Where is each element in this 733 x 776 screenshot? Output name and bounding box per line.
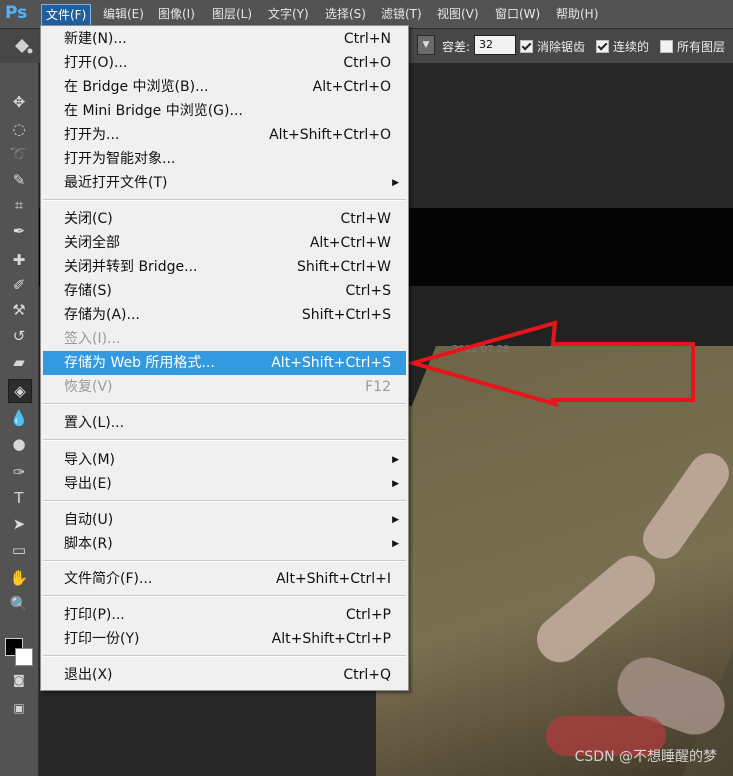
red-arrow-annotation <box>405 320 695 408</box>
dodge-tool-icon[interactable]: ● <box>8 433 30 455</box>
menu-item-automate[interactable]: 自动(U) ▶ <box>43 508 406 532</box>
menu-item-export[interactable]: 导出(E) ▶ <box>43 472 406 496</box>
menu-item-print[interactable]: 打印(P)... Ctrl+P <box>43 603 406 627</box>
menu-item-check-in: 签入(I)... <box>64 331 121 347</box>
menu-view[interactable]: 视图(V) <box>433 4 483 24</box>
move-tool-icon[interactable]: ✥ <box>8 91 30 113</box>
photoshop-logo: Ps <box>5 3 28 23</box>
menu-edit[interactable]: 编辑(E) <box>99 4 148 24</box>
menu-item-new[interactable]: 新建(N)... Ctrl+N <box>43 27 406 51</box>
submenu-arrow-icon: ▶ <box>392 479 399 489</box>
quick-mask-icon[interactable]: ◙ <box>8 669 30 691</box>
contiguous-checkbox[interactable] <box>596 40 609 53</box>
menu-file[interactable]: 文件(F) <box>41 4 92 26</box>
menu-window[interactable]: 窗口(W) <box>491 4 544 24</box>
hand-tool-icon[interactable]: ✋ <box>8 567 30 589</box>
menu-item-browse-bridge[interactable]: 在 Bridge 中浏览(B)... Alt+Ctrl+O <box>43 75 406 99</box>
submenu-arrow-icon: ▶ <box>392 455 399 465</box>
menu-item-recent-files[interactable]: 最近打开文件(T) ▶ <box>43 171 406 195</box>
rectangle-tool-icon[interactable]: ▭ <box>8 539 30 561</box>
menu-separator <box>43 199 406 201</box>
tolerance-input[interactable]: 32 <box>474 35 516 55</box>
menu-select[interactable]: 选择(S) <box>321 4 370 24</box>
submenu-arrow-icon: ▶ <box>392 539 399 549</box>
menu-item-file-info[interactable]: 文件简介(F)... Alt+Shift+Ctrl+I <box>43 567 406 591</box>
menu-layer[interactable]: 图层(L) <box>208 4 256 24</box>
menu-item-save-for-web[interactable]: 存储为 Web 所用格式... Alt+Shift+Ctrl+S <box>43 351 406 375</box>
menu-separator <box>43 655 406 657</box>
menu-separator <box>43 439 406 441</box>
marquee-tool-icon[interactable]: ◌ <box>8 118 30 140</box>
menu-filter[interactable]: 滤镜(T) <box>377 4 426 24</box>
menu-item-place[interactable]: 置入(L)... <box>43 411 406 435</box>
menu-item-save-as[interactable]: 存储为(A)... Shift+Ctrl+S <box>43 303 406 327</box>
paint-bucket-tool-icon[interactable]: ◈ <box>8 379 32 403</box>
antialias-option[interactable]: 消除锯齿 <box>520 38 585 55</box>
menu-item-import[interactable]: 导入(M) ▶ <box>43 448 406 472</box>
menu-item-close-go-bridge[interactable]: 关闭并转到 Bridge... Shift+Ctrl+W <box>43 255 406 279</box>
path-select-tool-icon[interactable]: ➤ <box>8 513 30 535</box>
menu-item-close[interactable]: 关闭(C) Ctrl+W <box>43 207 406 231</box>
menu-separator <box>43 560 406 562</box>
mode-dropdown[interactable]: ▼ <box>417 35 435 55</box>
lasso-tool-icon[interactable]: ➰ <box>8 143 30 165</box>
menu-separator <box>43 403 406 405</box>
menu-help[interactable]: 帮助(H) <box>552 4 602 24</box>
menu-item-scripts[interactable]: 脚本(R) ▶ <box>43 532 406 556</box>
history-brush-tool-icon[interactable]: ↺ <box>8 325 30 347</box>
menu-item-save[interactable]: 存储(S) Ctrl+S <box>43 279 406 303</box>
tolerance-label: 容差: <box>442 40 471 54</box>
all-layers-option[interactable]: 所有图层 <box>660 38 725 55</box>
menu-type[interactable]: 文字(Y) <box>264 4 313 24</box>
contiguous-option[interactable]: 连续的 <box>596 38 649 55</box>
eyedropper-tool-icon[interactable]: ✒ <box>8 220 30 242</box>
submenu-arrow-icon: ▶ <box>392 178 399 188</box>
eraser-tool-icon[interactable]: ▰ <box>8 351 30 373</box>
all-layers-checkbox[interactable] <box>660 40 673 53</box>
menu-separator <box>43 595 406 597</box>
menu-item-revert: 恢复(V) F12 <box>64 379 391 395</box>
pen-tool-icon[interactable]: ✑ <box>8 461 30 483</box>
antialias-checkbox[interactable] <box>520 40 533 53</box>
clone-stamp-tool-icon[interactable]: ⚒ <box>8 299 30 321</box>
tools-panel: ✥ ◌ ➰ ✎ ⌗ ✒ ✚ ✐ ⚒ ↺ ▰ ◈ 💧 ● ✑ T ➤ ▭ ✋ 🔍 … <box>0 63 39 776</box>
type-tool-icon[interactable]: T <box>8 487 30 509</box>
menu-bar: Ps 文件(F) 编辑(E) 图像(I) 图层(L) 文字(Y) 选择(S) 滤… <box>0 0 733 28</box>
menu-item-print-one-copy[interactable]: 打印一份(Y) Alt+Shift+Ctrl+P <box>43 627 406 651</box>
menu-separator <box>43 500 406 502</box>
menu-image[interactable]: 图像(I) <box>154 4 199 24</box>
healing-brush-tool-icon[interactable]: ✚ <box>8 249 30 271</box>
background-color-swatch[interactable] <box>15 648 33 666</box>
menu-item-open-as[interactable]: 打开为... Alt+Shift+Ctrl+O <box>43 123 406 147</box>
menu-item-open[interactable]: 打开(O)... Ctrl+O <box>43 51 406 75</box>
screen-mode-icon[interactable]: ▣ <box>8 697 30 719</box>
quick-select-tool-icon[interactable]: ✎ <box>8 169 30 191</box>
paint-bucket-icon[interactable] <box>10 34 34 58</box>
menu-item-close-all[interactable]: 关闭全部 Alt+Ctrl+W <box>43 231 406 255</box>
menu-item-exit[interactable]: 退出(X) Ctrl+Q <box>43 663 406 687</box>
watermark: CSDN @不想睡醒的梦 <box>574 749 717 765</box>
submenu-arrow-icon: ▶ <box>392 515 399 525</box>
brush-tool-icon[interactable]: ✐ <box>8 274 30 296</box>
menu-item-browse-mini-bridge[interactable]: 在 Mini Bridge 中浏览(G)... <box>43 99 406 123</box>
blur-tool-icon[interactable]: 💧 <box>8 407 30 429</box>
menu-item-open-smart-object[interactable]: 打开为智能对象... <box>43 147 406 171</box>
crop-tool-icon[interactable]: ⌗ <box>8 194 30 216</box>
zoom-tool-icon[interactable]: 🔍 <box>8 593 30 615</box>
file-menu-dropdown: 新建(N)... Ctrl+N 打开(O)... Ctrl+O 在 Bridge 中… <box>40 25 409 691</box>
